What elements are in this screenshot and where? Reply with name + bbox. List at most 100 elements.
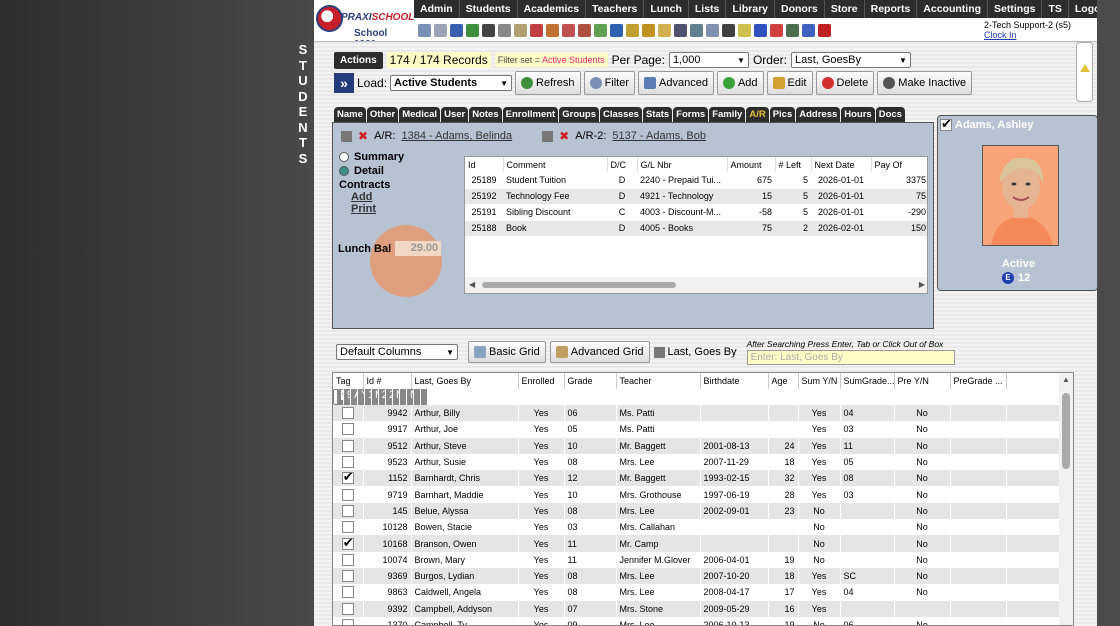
tab-groups[interactable]: Groups bbox=[559, 107, 600, 122]
tag-checkbox[interactable] bbox=[341, 423, 354, 436]
column-header[interactable]: # Left bbox=[775, 157, 812, 172]
account-icon[interactable] bbox=[341, 130, 352, 142]
nav-academics[interactable]: Academics bbox=[518, 0, 587, 18]
tab-stats[interactable]: Stats bbox=[642, 107, 673, 122]
column-header[interactable]: Id bbox=[465, 157, 504, 172]
student-row[interactable]: 9863 Caldwell, Angela Yes 08 Mrs. Lee 2008-04… bbox=[333, 584, 1064, 601]
column-header[interactable]: Next Date bbox=[811, 157, 872, 172]
advanced-grid-button[interactable]: Advanced Grid bbox=[549, 341, 650, 363]
clock-icon[interactable] bbox=[690, 23, 703, 37]
hand-icon[interactable] bbox=[658, 23, 671, 37]
account-icon[interactable] bbox=[542, 130, 554, 142]
nav-lists[interactable]: Lists bbox=[689, 0, 727, 18]
db-icon[interactable] bbox=[786, 23, 799, 37]
delete-button[interactable]: Delete bbox=[815, 71, 875, 95]
per-page-select[interactable]: 1,000 ▼ bbox=[668, 52, 749, 68]
tab-notes[interactable]: Notes bbox=[469, 107, 502, 122]
search-input[interactable]: Enter: Last, Goes By bbox=[746, 350, 955, 365]
tab-medical[interactable]: Medical bbox=[399, 107, 441, 122]
scroll-up-icon[interactable]: ▲ bbox=[1062, 375, 1070, 384]
columns-select[interactable]: Default Columns ▼ bbox=[336, 344, 458, 360]
load-select[interactable]: Active Students ▼ bbox=[390, 75, 513, 91]
student-row[interactable]: 10074 Brown, Mary Yes 11 Jennifer M.Glover 20… bbox=[333, 551, 1064, 568]
filter-button[interactable]: Filter bbox=[583, 71, 636, 95]
tag-checkbox[interactable] bbox=[341, 602, 354, 615]
praxischool-logo[interactable]: PRAXISCHOOL School 1001 bbox=[314, 0, 414, 50]
remove-ar2-icon[interactable]: ✖ bbox=[559, 129, 569, 143]
tab-address[interactable]: Address bbox=[796, 107, 841, 122]
student-row[interactable]: 10168Branson, OwenYes11Mr. Camp No No bbox=[333, 535, 1064, 552]
phone-icon[interactable] bbox=[482, 23, 495, 37]
tab-name[interactable]: Name bbox=[334, 107, 366, 122]
detail-radio[interactable]: Detail bbox=[339, 165, 459, 177]
edit-button[interactable]: Edit bbox=[766, 71, 813, 95]
at-icon[interactable] bbox=[450, 23, 463, 37]
nav-library[interactable]: Library bbox=[726, 0, 776, 18]
tag-checkbox[interactable] bbox=[341, 521, 354, 534]
calendar-icon[interactable] bbox=[530, 23, 543, 37]
tab-docs[interactable]: Docs bbox=[875, 107, 905, 122]
book-icon[interactable] bbox=[610, 23, 623, 37]
student-row[interactable]: 9719 Barnhart, Maddie Yes 10 Mrs. Grothouse 1… bbox=[333, 486, 1064, 503]
nav-logout[interactable]: Logout bbox=[1069, 0, 1097, 18]
card-icon[interactable] bbox=[738, 23, 751, 37]
ar-account-link[interactable]: 1384 - Adams, Belinda bbox=[401, 130, 512, 142]
tag-checkbox[interactable] bbox=[940, 116, 952, 132]
nav-donors[interactable]: Donors bbox=[775, 0, 825, 18]
grid-icon[interactable] bbox=[514, 23, 527, 37]
clock-in-link[interactable]: Clock In bbox=[984, 30, 1071, 40]
column-header[interactable]: G/L Nbr bbox=[637, 157, 728, 172]
column-header[interactable]: Pay Of bbox=[871, 157, 927, 172]
ar-row[interactable]: 25188 Book D 4005 - Books 75 2 2026-02-01 150 bbox=[465, 220, 927, 237]
tag-checkbox[interactable] bbox=[341, 586, 354, 599]
tag-checkbox[interactable] bbox=[341, 470, 354, 485]
power-icon[interactable] bbox=[818, 23, 831, 37]
student-photo[interactable] bbox=[982, 145, 1059, 246]
nav-ts[interactable]: TS bbox=[1042, 0, 1069, 18]
collapse-toggle[interactable] bbox=[1076, 42, 1093, 102]
student-row[interactable]: 9512 Arthur, Steve Yes 10 Mr. Baggett 2001-08… bbox=[333, 437, 1064, 454]
tag-checkbox[interactable] bbox=[341, 619, 354, 625]
column-header[interactable]: SumGrade... bbox=[840, 373, 895, 389]
nav-students[interactable]: Students bbox=[460, 0, 518, 18]
student-row[interactable]: 1370 Campbell, Ty Yes 09 Mrs. Lee 2006-10-13 1… bbox=[333, 616, 1064, 625]
tab-forms[interactable]: Forms bbox=[673, 107, 709, 122]
student-row[interactable]: 9917 Arthur, Joe Yes 05 Ms. Patti Yes 03 No bbox=[333, 421, 1064, 438]
student-row[interactable]: 9392 Campbell, Addyson Yes 07 Mrs. Stone 2009… bbox=[333, 600, 1064, 617]
student-row[interactable]: 9942 Arthur, Billy Yes 06 Ms. Patti Yes 04 No bbox=[333, 405, 1064, 422]
id-card-icon[interactable] bbox=[722, 23, 735, 37]
ar-row[interactable]: 25192 Technology Fee D 4921 - Technology 15 5… bbox=[465, 188, 927, 205]
table-icon[interactable] bbox=[434, 23, 447, 37]
column-header[interactable]: Birthdate bbox=[700, 373, 769, 389]
column-header[interactable]: Amount bbox=[727, 157, 776, 172]
tab-family[interactable]: Family bbox=[709, 107, 746, 122]
nav-accounting[interactable]: Accounting bbox=[917, 0, 989, 18]
column-header[interactable]: Pre Y/N bbox=[894, 373, 951, 389]
print-contract-link[interactable]: Print bbox=[351, 203, 459, 215]
nav-admin[interactable]: Admin bbox=[414, 0, 460, 18]
summary-radio[interactable]: Summary bbox=[339, 151, 459, 163]
remove-ar-icon[interactable]: ✖ bbox=[358, 129, 368, 143]
column-header[interactable]: Teacher bbox=[616, 373, 701, 389]
check-icon[interactable] bbox=[642, 23, 655, 37]
student-row[interactable]: 10128 Bowen, Stacie Yes 03 Mrs. Callahan No No bbox=[333, 519, 1064, 536]
tab-enrollment[interactable]: Enrollment bbox=[502, 107, 559, 122]
people-icon[interactable] bbox=[562, 23, 575, 37]
doc-icon[interactable] bbox=[706, 23, 719, 37]
actions-button[interactable]: Actions bbox=[334, 51, 383, 69]
tab-hours[interactable]: Hours bbox=[841, 107, 875, 122]
teacher-icon[interactable] bbox=[578, 23, 591, 37]
help-icon[interactable] bbox=[802, 23, 815, 37]
person-icon[interactable] bbox=[674, 23, 687, 37]
ar2-account-link[interactable]: 5137 - Adams, Bob bbox=[612, 130, 706, 142]
megaphone-icon[interactable] bbox=[546, 23, 559, 37]
ar-row[interactable]: 25191 Sibling Discount C 4003 - Discount-M.… bbox=[465, 204, 927, 221]
student-row[interactable]: 1152Barnhardt, ChrisYes12Mr. Baggett1993… bbox=[333, 470, 1064, 487]
scrollbar-thumb[interactable] bbox=[482, 282, 676, 288]
column-header[interactable]: Last, Goes By bbox=[411, 373, 519, 389]
tab-a-r[interactable]: A/R bbox=[746, 107, 769, 122]
tag-checkbox[interactable] bbox=[341, 407, 354, 420]
vertical-scrollbar[interactable]: ▲ bbox=[1059, 373, 1073, 625]
scroll-left-icon[interactable]: ◀ bbox=[469, 280, 475, 289]
student-row[interactable]: 9978Adams, AshleyYes12Mrs. Bowen2001-12-… bbox=[333, 388, 428, 406]
